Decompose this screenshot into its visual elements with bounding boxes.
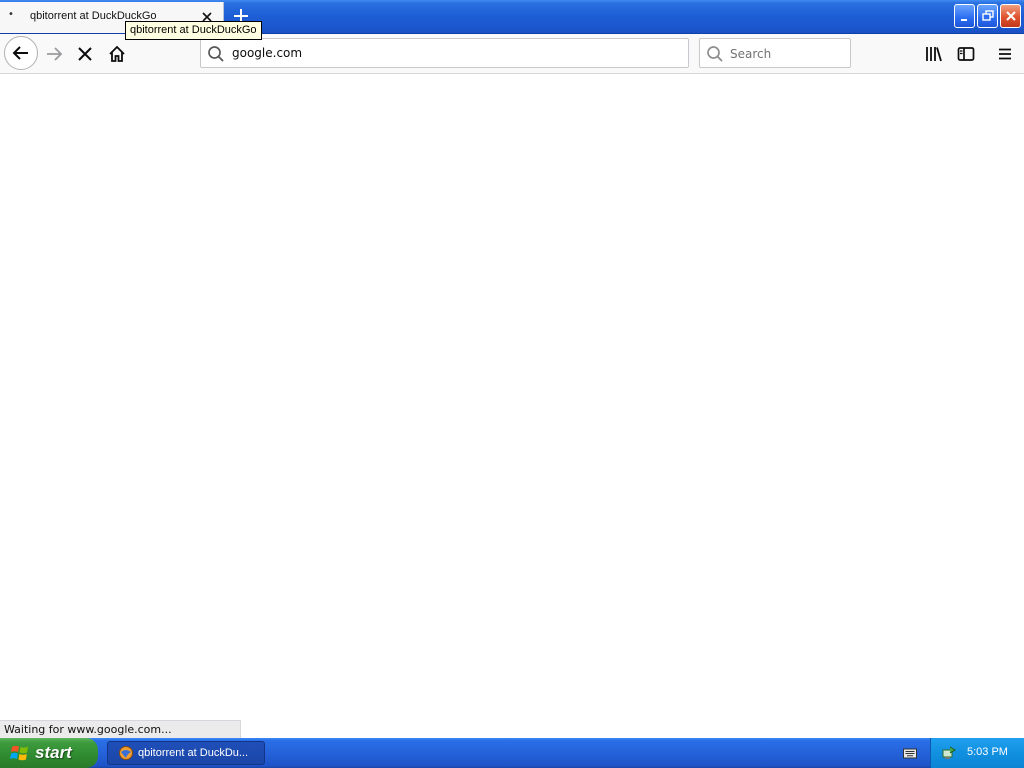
library-button[interactable] bbox=[918, 38, 950, 70]
back-button[interactable] bbox=[4, 36, 38, 70]
stop-x-icon bbox=[78, 47, 92, 61]
search-icon bbox=[208, 46, 224, 62]
minimize-button[interactable] bbox=[954, 4, 975, 28]
windows-logo-icon bbox=[10, 745, 28, 761]
hamburger-menu-icon bbox=[999, 48, 1011, 60]
browser-app-icon bbox=[119, 746, 133, 760]
menu-button[interactable] bbox=[989, 38, 1021, 70]
status-text: Waiting for www.google.com... bbox=[0, 720, 241, 739]
search-icon bbox=[707, 46, 723, 62]
keyboard-icon[interactable] bbox=[903, 746, 917, 760]
url-text: google.com bbox=[232, 46, 303, 60]
sidebar-button[interactable] bbox=[950, 38, 982, 70]
home-icon bbox=[109, 45, 125, 62]
start-label: start bbox=[35, 743, 72, 762]
search-input[interactable] bbox=[730, 44, 845, 64]
taskbar-item-browser[interactable]: qbitorrent at DuckDu... bbox=[107, 741, 265, 765]
home-button[interactable] bbox=[101, 38, 133, 70]
network-tray-icon[interactable] bbox=[941, 745, 957, 761]
system-tray: 5:03 PM bbox=[930, 738, 1024, 768]
library-icon bbox=[926, 47, 942, 62]
sidebar-icon bbox=[957, 47, 975, 61]
forward-button[interactable] bbox=[38, 38, 70, 70]
arrow-left-icon bbox=[12, 46, 28, 60]
tab-tooltip: qbitorrent at DuckDuckGo bbox=[125, 21, 262, 40]
restore-button[interactable] bbox=[977, 4, 998, 28]
window-close-button[interactable] bbox=[1000, 4, 1021, 28]
search-bar[interactable] bbox=[699, 38, 851, 68]
url-bar[interactable]: google.com bbox=[200, 38, 689, 68]
navigation-toolbar: google.com bbox=[0, 34, 1024, 74]
taskbar-item-label: qbitorrent at DuckDu... bbox=[138, 747, 249, 759]
stop-button[interactable] bbox=[69, 38, 101, 70]
page-content[interactable] bbox=[0, 75, 1024, 738]
loading-indicator: • bbox=[8, 9, 14, 20]
start-button[interactable]: start bbox=[0, 738, 98, 768]
arrow-right-icon bbox=[47, 47, 63, 61]
clock[interactable]: 5:03 PM bbox=[967, 746, 1008, 758]
taskbar: start qbitorrent at DuckDu... 5:03 PM bbox=[0, 738, 1024, 768]
